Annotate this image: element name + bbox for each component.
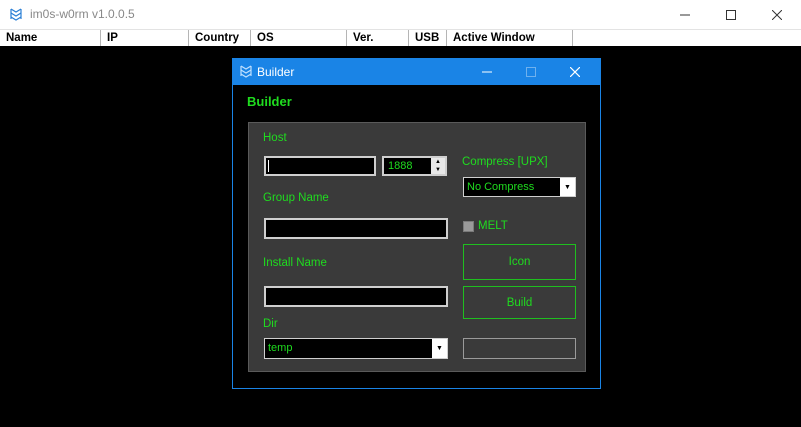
app-icon: [238, 64, 254, 80]
text-caret: [268, 160, 269, 172]
dir-dropdown[interactable]: temp ▼: [264, 338, 448, 359]
maximize-icon: [526, 67, 536, 77]
app-icon: [8, 7, 24, 23]
group-name-label: Group Name: [263, 192, 329, 204]
close-button[interactable]: [754, 0, 800, 29]
column-name[interactable]: Name: [0, 30, 101, 46]
icon-button[interactable]: Icon: [463, 244, 576, 280]
host-label: Host: [263, 132, 287, 144]
column-active-window[interactable]: Active Window: [447, 30, 573, 46]
builder-maximize-button: [509, 59, 553, 85]
builder-title: Builder: [257, 65, 295, 79]
dir-value: temp: [268, 342, 293, 354]
window-title: im0s-w0rm v1.0.0.5: [30, 7, 135, 21]
chevron-down-icon[interactable]: ▼: [560, 178, 575, 196]
minimize-icon: [680, 14, 690, 15]
builder-title-bar: Builder: [233, 59, 600, 85]
maximize-icon: [726, 9, 736, 20]
builder-panel: Host 1888 ▲ ▼ Group Name Install Name Di…: [248, 122, 586, 372]
builder-minimize-button[interactable]: [465, 59, 509, 85]
spin-down-icon[interactable]: ▼: [431, 166, 445, 174]
builder-close-button[interactable]: [553, 59, 597, 85]
compress-label: Compress [UPX]: [462, 156, 548, 168]
column-os[interactable]: OS: [251, 30, 347, 46]
host-input[interactable]: [264, 156, 376, 176]
dir-label: Dir: [263, 318, 278, 330]
minimize-button[interactable]: [662, 0, 708, 29]
column-ip[interactable]: IP: [101, 30, 189, 46]
builder-heading: Builder: [247, 94, 292, 109]
close-icon: [772, 9, 782, 20]
group-name-input[interactable]: [264, 218, 448, 239]
builder-dialog: Builder Builder Host 1888 ▲ ▼ Group Name: [232, 58, 601, 389]
minimize-icon: [482, 71, 492, 73]
build-button[interactable]: Build: [463, 286, 576, 319]
install-name-label: Install Name: [263, 257, 327, 269]
main-title-bar: im0s-w0rm v1.0.0.5: [0, 0, 801, 29]
maximize-button[interactable]: [708, 0, 754, 29]
chevron-down-icon[interactable]: ▼: [432, 339, 447, 358]
status-box: [463, 338, 576, 359]
compress-value: No Compress: [467, 181, 535, 193]
client-list-header: Name IP Country OS Ver. USB Active Windo…: [0, 29, 801, 46]
melt-label: MELT: [478, 220, 508, 232]
column-usb[interactable]: USB: [409, 30, 447, 46]
melt-checkbox[interactable]: [463, 221, 474, 232]
column-ver[interactable]: Ver.: [347, 30, 409, 46]
column-country[interactable]: Country: [189, 30, 251, 46]
compress-dropdown[interactable]: No Compress ▼: [463, 177, 576, 197]
install-name-input[interactable]: [264, 286, 448, 307]
port-value: 1888: [388, 160, 413, 172]
spin-up-icon[interactable]: ▲: [431, 158, 445, 166]
close-icon: [570, 67, 580, 77]
port-spinner[interactable]: 1888 ▲ ▼: [382, 156, 447, 176]
